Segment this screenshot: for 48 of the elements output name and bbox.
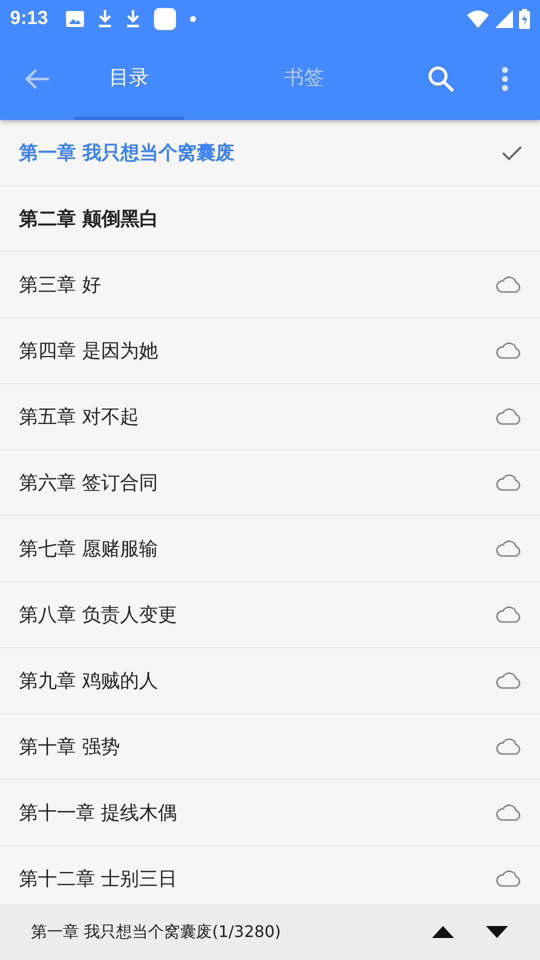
wifi-icon [467,10,489,28]
back-arrow-icon [24,68,50,90]
current-chapter-text: 第一章 我只想当个窝囊废(1/3280) [31,922,282,942]
chapter-title: 第九章 鸡贼的人 [19,668,158,694]
chapter-item[interactable]: 第八章 负责人变更 [0,582,540,648]
chapter-item[interactable]: 第十一章 提线木偶 [0,780,540,846]
cloud-icon [496,540,522,558]
check-icon [502,144,522,160]
chapter-item[interactable]: 第五章 对不起 [0,384,540,450]
cloud-icon [496,672,522,690]
chapter-item[interactable]: 第三章 好 [0,252,540,318]
cloud-icon [496,342,522,360]
chapter-title: 第六章 签订合同 [19,470,158,496]
dot-icon [190,16,196,22]
cloud-icon [496,606,522,624]
cloud-icon [496,738,522,756]
chapter-item[interactable]: 第七章 愿赌服输 [0,516,540,582]
chapter-title: 第十章 强势 [19,734,120,760]
cloud-icon [496,474,522,492]
image-icon [66,11,84,27]
download-icon [126,10,140,28]
chapter-title: 第二章 颠倒黑白 [19,206,159,232]
chapter-title: 第十一章 提线木偶 [19,800,178,826]
chapter-item[interactable]: 第四章 是因为她 [0,318,540,384]
status-time: 9:13 [10,8,48,30]
cloud-icon [496,276,522,294]
chapter-title: 第四章 是因为她 [19,338,158,364]
chapter-item[interactable]: 第十章 强势 [0,714,540,780]
download-icon [98,10,112,28]
chapter-title: 第五章 对不起 [19,404,140,430]
chapter-item[interactable]: 第二章 颠倒黑白 [0,186,540,252]
triangle-down-icon [486,926,508,938]
chapter-title: 第一章 我只想当个窝囊废 [19,140,235,166]
chapter-title: 第八章 负责人变更 [19,602,178,628]
chapter-item[interactable]: 第六章 签订合同 [0,450,540,516]
app-icon [154,8,176,30]
chapter-title: 第七章 愿赌服输 [19,536,158,562]
cloud-icon [496,408,522,426]
chapter-item[interactable]: 第九章 鸡贼的人 [0,648,540,714]
chapter-title: 第三章 好 [19,272,102,298]
chapter-title: 第十二章 士别三日 [19,866,178,892]
battery-icon [519,9,530,29]
more-icon [501,66,509,92]
triangle-up-icon [432,926,454,938]
cloud-icon [496,804,522,822]
search-icon [427,65,455,93]
cloud-icon [496,870,522,888]
signal-icon [495,10,513,28]
